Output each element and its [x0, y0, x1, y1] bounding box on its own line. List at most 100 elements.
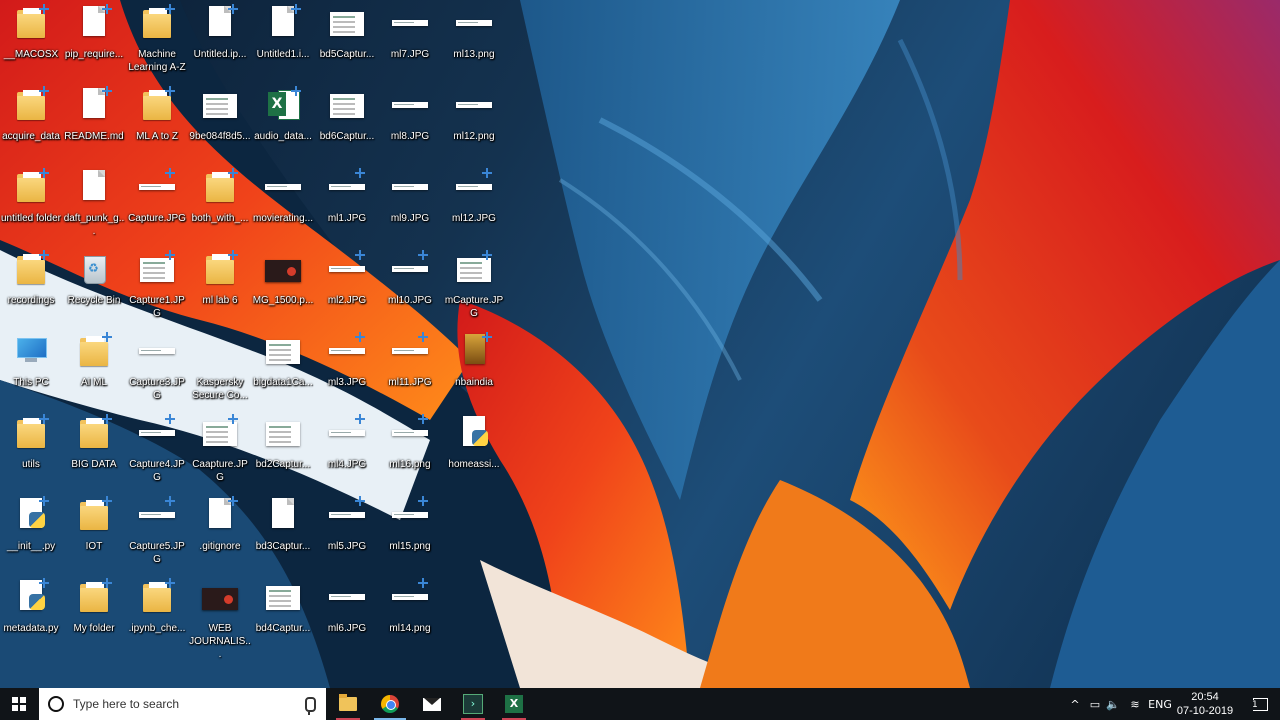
desktop-icon[interactable]: bd6Captur...: [316, 86, 378, 143]
taskbar-app-mail[interactable]: [412, 688, 452, 720]
desktop-icon-label: utils: [22, 459, 40, 470]
desktop-icon[interactable]: ml5.JPG: [316, 496, 378, 553]
desktop-icon-label: ml9.JPG: [390, 213, 430, 224]
taskbar-search-box[interactable]: Type here to search: [39, 688, 326, 720]
tray-network[interactable]: ≋: [1126, 688, 1144, 720]
desktop-icon[interactable]: Capture.JPG: [126, 168, 188, 225]
desktop-icon[interactable]: ml9.JPG: [379, 168, 441, 225]
desktop-icon[interactable]: IOT: [63, 496, 125, 553]
folder-icon: [200, 250, 240, 290]
doc-icon: [74, 4, 114, 44]
desktop-icon[interactable]: untitled folder: [0, 168, 62, 225]
desktop-icon[interactable]: ml12.JPG: [443, 168, 505, 225]
desktop-icon[interactable]: nbaindia: [443, 332, 505, 389]
desktop-icon[interactable]: mCapture.JPG: [443, 250, 505, 320]
action-center-button[interactable]: [1240, 688, 1280, 720]
desktop-icon-label: ml6.JPG: [327, 623, 367, 634]
desktop-icon[interactable]: Capture5.JPG: [126, 496, 188, 566]
start-button[interactable]: [0, 688, 38, 720]
desktop-icon[interactable]: daft_punk_g...: [63, 168, 125, 238]
desktop-icon[interactable]: bd4Captur...: [252, 578, 314, 635]
desktop-icon[interactable]: ml7.JPG: [379, 4, 441, 61]
desktop-icon[interactable]: ml15.png: [379, 496, 441, 553]
tray-volume[interactable]: 🔈: [1104, 688, 1122, 720]
desktop-icon[interactable]: Recycle Bin: [63, 250, 125, 307]
sync-badge-icon: [228, 496, 238, 506]
sync-badge-icon: [355, 250, 365, 260]
desktop-icon[interactable]: movierating...: [252, 168, 314, 225]
desktop-icon[interactable]: ml16.png: [379, 414, 441, 471]
desktop-icon[interactable]: ml11.JPG: [379, 332, 441, 389]
desktop-icon[interactable]: __MACOSX: [0, 4, 62, 61]
sync-badge-icon: [102, 496, 112, 506]
desktop-icon[interactable]: ml12.png: [443, 86, 505, 143]
desktop-icon-label: bd6Captur...: [319, 131, 375, 142]
desktop-icon[interactable]: My folder: [63, 578, 125, 635]
desktop-icon[interactable]: Untitled1.i...: [252, 4, 314, 61]
file-explorer-icon: [339, 694, 357, 711]
desktop-icon[interactable]: both_with_...: [189, 168, 251, 225]
desktop-icon[interactable]: ml2.JPG: [316, 250, 378, 307]
bin-icon: [74, 250, 114, 290]
desktop-icon[interactable]: Untitled.ip...: [189, 4, 251, 61]
desktop-icon-label: ml5.JPG: [327, 541, 367, 552]
desktop-icon[interactable]: Capture3.JPG: [126, 332, 188, 402]
desktop-icon[interactable]: Caapture.JPG: [189, 414, 251, 484]
desktop-icon[interactable]: .gitignore: [189, 496, 251, 553]
taskbar-app-excel[interactable]: X: [494, 688, 534, 720]
desktop-icon[interactable]: Xaudio_data...: [252, 86, 314, 143]
folder-icon: [137, 86, 177, 126]
search-placeholder: Type here to search: [73, 697, 180, 711]
desktop-icon[interactable]: __init__.py: [0, 496, 62, 553]
excel-icon: X: [505, 695, 523, 713]
taskbar-app-chrome[interactable]: [370, 688, 410, 720]
desktop-icon[interactable]: ML A to Z: [126, 86, 188, 143]
desktop-icon[interactable]: bd3Captur...: [252, 496, 314, 553]
clock[interactable]: 20:54 07-10-2019: [1170, 690, 1240, 718]
desktop-icon[interactable]: metadata.py: [0, 578, 62, 635]
desktop-icon[interactable]: ml13.png: [443, 4, 505, 61]
desktop-icon-label: Capture.JPG: [128, 213, 186, 224]
desktop-icon[interactable]: ml6.JPG: [316, 578, 378, 635]
desktop-icon[interactable]: ml lab 6: [189, 250, 251, 307]
strip-icon: [390, 86, 430, 126]
desktop-icon[interactable]: AI ML: [63, 332, 125, 389]
desktop-icon[interactable]: Machine Learning A-Z: [126, 4, 188, 74]
python-icon: [454, 414, 494, 454]
sync-badge-icon: [39, 414, 49, 424]
desktop-icon[interactable]: bd2Captur...: [252, 414, 314, 471]
taskbar-app-file-explorer[interactable]: [328, 688, 368, 720]
desktop-icon[interactable]: 9be084f8d5...: [189, 86, 251, 143]
doc-icon: [200, 4, 240, 44]
desktop-icon[interactable]: WEB JOURNALIS...: [189, 578, 251, 661]
tray-device-icon[interactable]: ▭: [1086, 688, 1104, 720]
desktop-icon[interactable]: ml10.JPG: [379, 250, 441, 307]
microphone-icon[interactable]: [305, 697, 316, 715]
desktop-icon[interactable]: homeassi...: [443, 414, 505, 471]
desktop-icon[interactable]: recordings: [0, 250, 62, 307]
desktop-icon[interactable]: utils: [0, 414, 62, 471]
desktop-icon[interactable]: ml8.JPG: [379, 86, 441, 143]
desktop-icon[interactable]: Capture4.JPG: [126, 414, 188, 484]
desktop-icon[interactable]: .ipynb_che...: [126, 578, 188, 635]
desktop-icon[interactable]: BIG DATA: [63, 414, 125, 471]
show-hidden-icons-button[interactable]: ^: [1066, 688, 1084, 720]
strip-icon: [390, 4, 430, 44]
desktop-icon[interactable]: README.md: [63, 86, 125, 143]
desktop-icon[interactable]: bigdata1Ca...: [252, 332, 314, 389]
desktop-icon-label: untitled folder: [0, 213, 62, 224]
desktop-icon[interactable]: acquire_data: [0, 86, 62, 143]
taskbar-app-powershell[interactable]: ›: [453, 688, 493, 720]
desktop-icon[interactable]: ml3.JPG: [316, 332, 378, 389]
desktop-icon[interactable]: This PC: [0, 332, 62, 389]
desktop-icon[interactable]: MG_1500.p...: [252, 250, 314, 307]
desktop-icon[interactable]: pip_require...: [63, 4, 125, 61]
desktop-icon[interactable]: ml4.JPG: [316, 414, 378, 471]
desktop-icon[interactable]: Capture1.JPG: [126, 250, 188, 320]
desktop-icon[interactable]: ml14.png: [379, 578, 441, 635]
desktop-icon[interactable]: ml1.JPG: [316, 168, 378, 225]
desktop-icon-label: metadata.py: [3, 623, 59, 634]
desktop-icon[interactable]: bd5Captur...: [316, 4, 378, 61]
notification-count: 1: [1252, 700, 1258, 710]
desktop-icon[interactable]: Kaspersky Secure Co...: [189, 332, 251, 402]
